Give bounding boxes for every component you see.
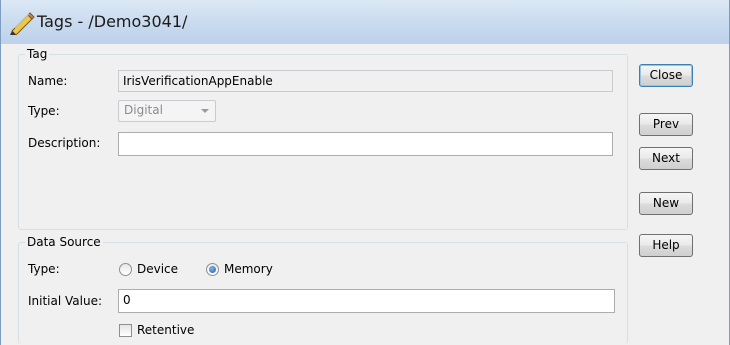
- initial-value-field[interactable]: 0: [118, 289, 615, 313]
- title-bar[interactable]: Tags - /Demo3041/: [1, 0, 729, 44]
- tag-group-legend: Tag: [25, 46, 50, 62]
- type-dropdown[interactable]: Digital: [118, 100, 216, 122]
- memory-radio-label[interactable]: Memory: [224, 261, 273, 277]
- tags-dialog-window: Tags - /Demo3041/ Tag Name: IrisVerifica…: [0, 0, 730, 345]
- close-button[interactable]: Close: [639, 64, 693, 87]
- new-button[interactable]: New: [639, 192, 693, 215]
- description-label: Description:: [28, 136, 101, 150]
- device-radio[interactable]: [119, 263, 132, 276]
- chevron-down-icon: [201, 109, 209, 113]
- tag-pencil-icon: [10, 12, 35, 35]
- initial-value-label: Initial Value:: [28, 294, 103, 308]
- retentive-label[interactable]: Retentive: [137, 322, 194, 338]
- dialog-client-area: Tag Name: IrisVerificationAppEnable Type…: [9, 44, 721, 345]
- retentive-checkbox[interactable]: [119, 324, 132, 337]
- window-title: Tags - /Demo3041/: [37, 12, 188, 31]
- type-dropdown-value: Digital: [124, 103, 163, 117]
- memory-radio[interactable]: [206, 263, 219, 276]
- tag-group: Tag Name: IrisVerificationAppEnable Type…: [18, 46, 628, 230]
- name-label: Name:: [28, 74, 68, 88]
- type-label: Type:: [28, 104, 60, 118]
- data-source-group: Data Source Type: Device Memory Initial …: [18, 234, 628, 344]
- name-field[interactable]: IrisVerificationAppEnable: [118, 70, 613, 92]
- source-type-label: Type:: [28, 262, 60, 276]
- help-button[interactable]: Help: [639, 234, 693, 257]
- description-field[interactable]: [118, 132, 613, 156]
- device-radio-label[interactable]: Device: [137, 261, 178, 277]
- next-button[interactable]: Next: [639, 147, 693, 170]
- prev-button[interactable]: Prev: [639, 113, 693, 136]
- data-source-group-legend: Data Source: [25, 234, 103, 250]
